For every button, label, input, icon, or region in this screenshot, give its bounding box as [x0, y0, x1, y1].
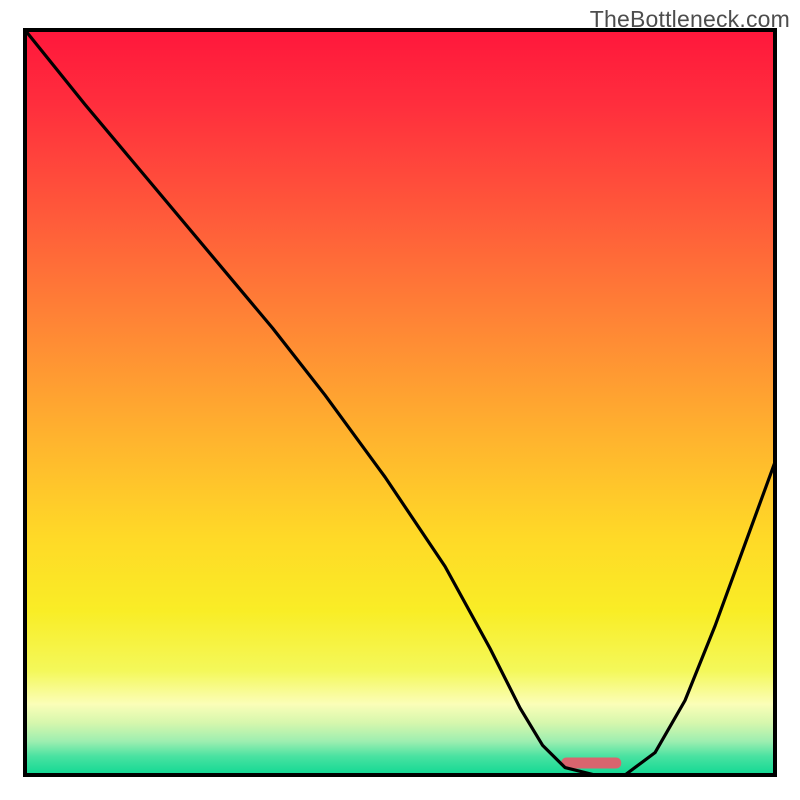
optimal-range-marker	[561, 758, 621, 769]
chart-stage: TheBottleneck.com	[0, 0, 800, 800]
plot-background	[25, 30, 775, 775]
watermark-text: TheBottleneck.com	[590, 6, 790, 33]
bottleneck-chart	[0, 0, 800, 800]
